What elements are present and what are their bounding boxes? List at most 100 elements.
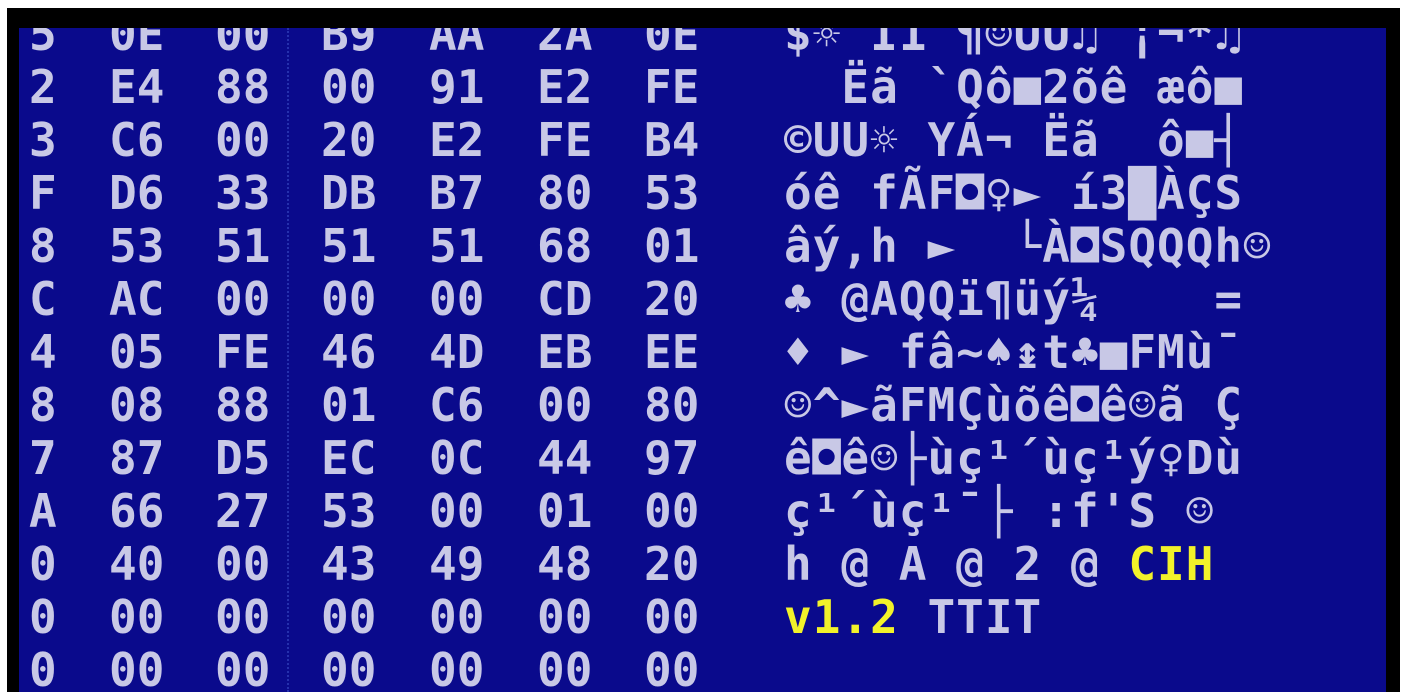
hex-byte: FE xyxy=(644,60,700,114)
row-offset: 8 xyxy=(29,378,57,432)
ascii-column: ☺^►ãFMÇùõê◘ê☺ã Ç xyxy=(784,378,1244,432)
hex-row: 8 53 51 51 51 68 01 âý,h ► └À◘SQQQh☺ xyxy=(19,220,1386,273)
row-offset: 2 xyxy=(29,60,57,114)
hex-row: 0 00 00 00 00 00 00 xyxy=(19,644,1386,692)
hex-byte: E2 xyxy=(429,113,485,167)
hex-row: 0 00 00 00 00 00 00 v1.2 TTIT xyxy=(19,591,1386,644)
hex-byte: 00 xyxy=(321,272,377,326)
hex-byte: 00 xyxy=(537,378,593,432)
hex-byte: 44 xyxy=(537,431,593,485)
hex-byte: EB xyxy=(537,325,593,379)
hex-byte: 00 xyxy=(109,590,165,644)
hex-byte: 46 xyxy=(321,325,377,379)
hex-byte: 00 xyxy=(215,643,271,692)
hex-byte: 91 xyxy=(429,60,485,114)
hex-byte: 4D xyxy=(429,325,485,379)
hex-byte: 97 xyxy=(644,431,700,485)
hex-byte: 00 xyxy=(321,590,377,644)
hex-byte: 53 xyxy=(321,484,377,538)
ascii-text: h @ A @ 2 @ xyxy=(784,537,1129,591)
hex-byte: 00 xyxy=(429,643,485,692)
hex-byte: 20 xyxy=(644,537,700,591)
hex-byte: 0E xyxy=(109,28,165,61)
hex-byte: 00 xyxy=(109,643,165,692)
hex-byte: 00 xyxy=(644,643,700,692)
ascii-column: v1.2 TTIT xyxy=(784,591,1042,644)
hex-byte: AC xyxy=(109,272,165,326)
hex-byte: 0C xyxy=(429,431,485,485)
hex-byte: 00 xyxy=(429,590,485,644)
hex-byte: 68 xyxy=(537,219,593,273)
hex-byte: 00 xyxy=(321,643,377,692)
row-offset: 3 xyxy=(29,113,57,167)
hex-byte: 80 xyxy=(537,166,593,220)
hex-byte: E2 xyxy=(537,60,593,114)
hex-byte: 51 xyxy=(215,219,271,273)
hex-byte: 05 xyxy=(109,325,165,379)
hex-byte: D5 xyxy=(215,431,271,485)
hex-byte: 20 xyxy=(321,113,377,167)
hex-dump-screen: 5 0E 00 B9 AA 2A 0E $☼ I1 ¶☺UU♫ ¡¬*♫ 2 E… xyxy=(19,28,1386,692)
ascii-column: Ëã `Qô■2õê æô■ xyxy=(784,60,1244,114)
hex-byte: 20 xyxy=(644,272,700,326)
hex-byte: 00 xyxy=(537,643,593,692)
row-offset: 8 xyxy=(29,219,57,273)
hex-byte: 00 xyxy=(429,272,485,326)
hex-byte: 01 xyxy=(537,484,593,538)
row-offset: 7 xyxy=(29,431,57,485)
hex-byte: 51 xyxy=(429,219,485,273)
hex-byte: FE xyxy=(537,113,593,167)
hex-row: A 66 27 53 00 01 00 ç¹´ùç¹¯├ :f'S ☺ xyxy=(19,485,1386,538)
hex-byte: E4 xyxy=(109,60,165,114)
virus-signature-text: CIH xyxy=(1128,537,1215,591)
ascii-column: ç¹´ùç¹¯├ :f'S ☺ xyxy=(784,484,1215,538)
row-offset: 0 xyxy=(29,537,57,591)
hex-byte: 08 xyxy=(109,378,165,432)
hex-row: 7 87 D5 EC 0C 44 97 ê◘ê☺├ùç¹´ùç¹ý♀Dù xyxy=(19,432,1386,485)
hex-byte: 00 xyxy=(215,590,271,644)
hex-byte: 01 xyxy=(644,219,700,273)
virus-version-text: v1.2 xyxy=(784,590,899,644)
hex-byte: 00 xyxy=(215,272,271,326)
hex-byte: 53 xyxy=(644,166,700,220)
row-offset: C xyxy=(29,272,57,326)
hex-byte: 40 xyxy=(109,537,165,591)
hex-row: F D6 33 DB B7 80 53 óê fÃF◘♀► í3█ÀÇS xyxy=(19,167,1386,220)
hex-byte: EC xyxy=(321,431,377,485)
hex-byte: 27 xyxy=(215,484,271,538)
hex-byte: 80 xyxy=(644,378,700,432)
ascii-column: âý,h ► └À◘SQQQh☺ xyxy=(784,219,1272,273)
hex-byte: 00 xyxy=(644,590,700,644)
row-offset: F xyxy=(29,166,57,220)
hex-byte: CD xyxy=(537,272,593,326)
hex-byte: 51 xyxy=(321,219,377,273)
hex-byte: 00 xyxy=(429,484,485,538)
row-offset: A xyxy=(29,484,57,538)
hex-row: 3 C6 00 20 E2 FE B4 ©UU☼ YÁ¬ Ëã ô■┤ xyxy=(19,114,1386,167)
hex-byte: B4 xyxy=(644,113,700,167)
ascii-text: TTIT xyxy=(898,590,1043,644)
hex-row: 4 05 FE 46 4D EB EE ♦ ► fâ~♠↨t♣■FMù¯ xyxy=(19,326,1386,379)
hex-dump-frame: 5 0E 00 B9 AA 2A 0E $☼ I1 ¶☺UU♫ ¡¬*♫ 2 E… xyxy=(7,8,1400,692)
row-offset: 4 xyxy=(29,325,57,379)
hex-byte: C6 xyxy=(109,113,165,167)
hex-row: C AC 00 00 00 CD 20 ♣ @AQQï¶üý¼ = xyxy=(19,273,1386,326)
hex-byte: 00 xyxy=(215,537,271,591)
hex-byte: 88 xyxy=(215,378,271,432)
row-offset: 5 xyxy=(29,28,57,61)
row-offset: 0 xyxy=(29,643,57,692)
hex-byte: 0E xyxy=(644,28,700,61)
hex-byte: 00 xyxy=(537,590,593,644)
hex-byte: 00 xyxy=(644,484,700,538)
ascii-column: óê fÃF◘♀► í3█ÀÇS xyxy=(784,166,1244,220)
hex-byte: 01 xyxy=(321,378,377,432)
hex-byte: 48 xyxy=(537,537,593,591)
hex-byte: 00 xyxy=(321,60,377,114)
hex-byte: AA xyxy=(429,28,485,61)
hex-byte: DB xyxy=(321,166,377,220)
ascii-column: ♣ @AQQï¶üý¼ = xyxy=(784,272,1244,326)
hex-byte: 43 xyxy=(321,537,377,591)
hex-byte: EE xyxy=(644,325,700,379)
hex-byte: 53 xyxy=(109,219,165,273)
hex-byte: 66 xyxy=(109,484,165,538)
